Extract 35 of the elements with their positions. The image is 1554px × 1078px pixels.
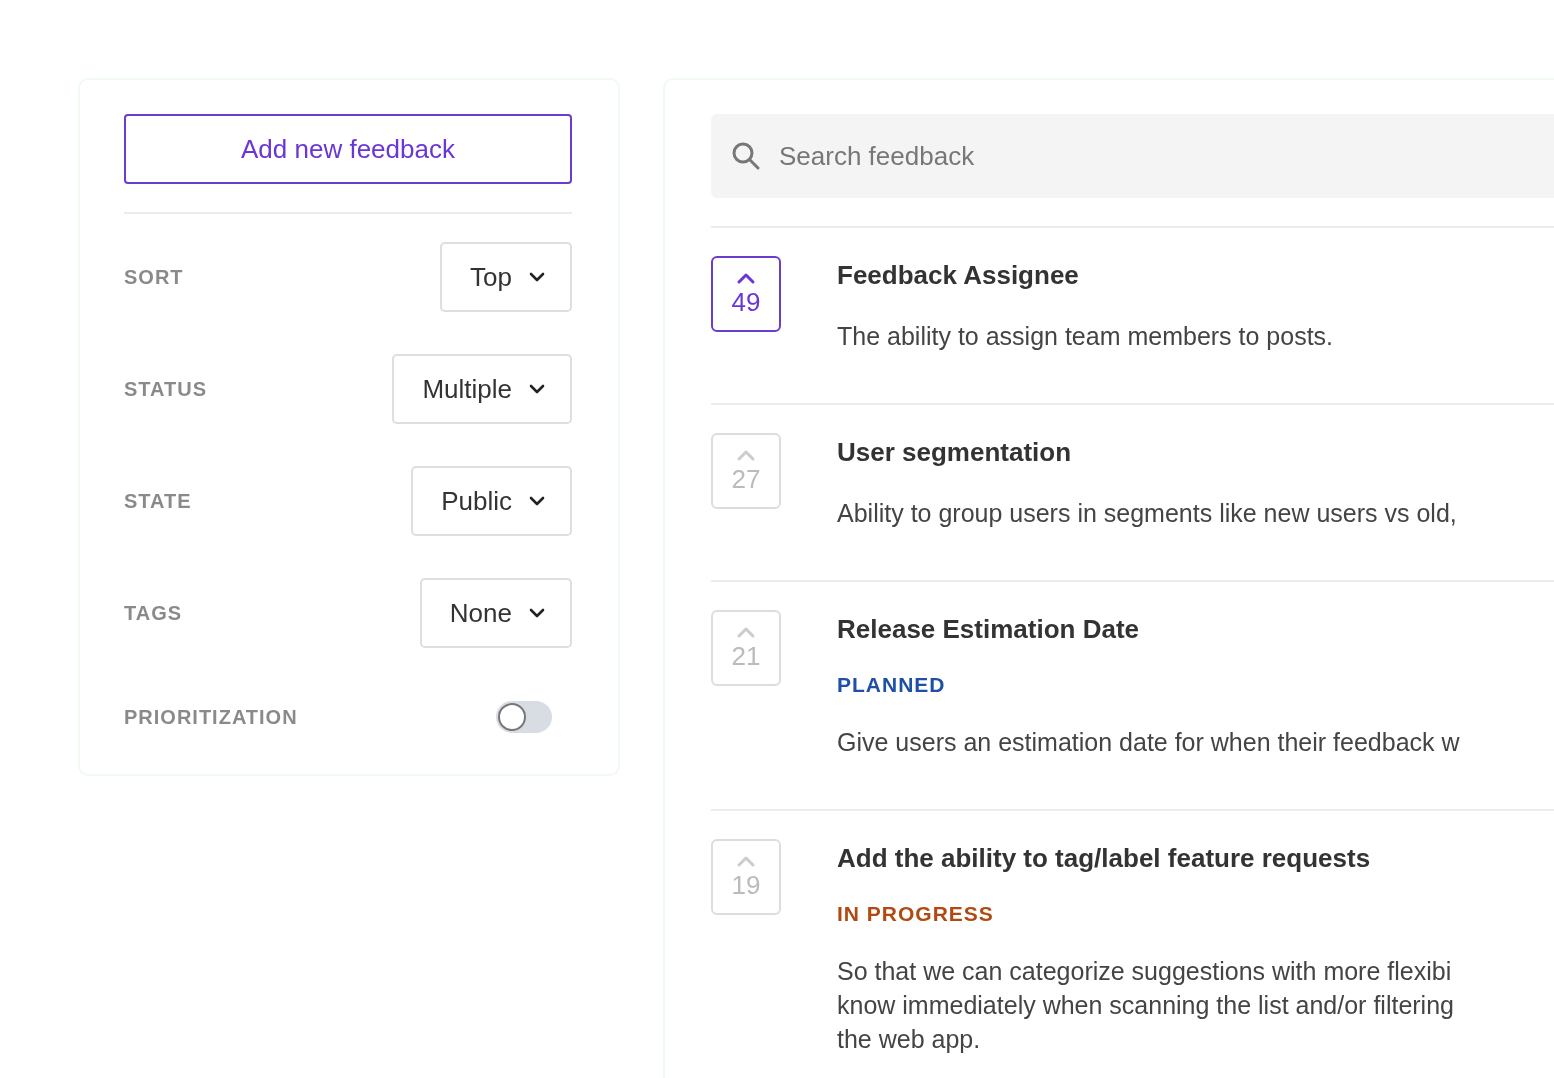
dropdown-value: Top (470, 261, 512, 293)
vote-count: 49 (731, 286, 761, 318)
chevron-down-icon (528, 607, 546, 619)
add-feedback-button[interactable]: Add new feedback (124, 114, 572, 184)
filter-label: STATE (124, 489, 192, 513)
post-description: So that we can categorize suggestions with more flexibi know immediately when scanning the list and/or filtering the web app. (837, 956, 1454, 1055)
upvote-button[interactable]: 49 (711, 256, 781, 332)
search-field[interactable]: Search feedback (711, 114, 1554, 198)
post-title[interactable]: Feedback Assignee (837, 260, 1334, 291)
filter-label: SORT (124, 265, 184, 289)
dropdown-value: None (449, 597, 512, 629)
chevron-down-icon (528, 495, 546, 507)
vote-count: 21 (731, 640, 761, 672)
dropdown-value: Multiple (422, 373, 512, 405)
post-description: The ability to assign team members to posts. (837, 321, 1334, 352)
dropdown-value: Public (441, 485, 512, 517)
vote-count: 27 (731, 463, 761, 495)
filter-label: PRIORITIZATION (124, 705, 298, 729)
filter-dropdown[interactable]: Top (440, 242, 572, 312)
post-description: Give users an estimation date for when their feedback w (837, 727, 1460, 758)
filter-dropdown[interactable]: Multiple (392, 354, 572, 424)
chevron-down-icon (528, 383, 546, 395)
toggle-switch[interactable] (496, 701, 552, 733)
filter-dropdown[interactable]: None (419, 578, 572, 648)
post-title[interactable]: User segmentation (837, 437, 1457, 468)
status-label: PLANNED (837, 673, 947, 697)
vote-count: 19 (731, 869, 761, 901)
post-title[interactable]: Add the ability to tag/label feature requests (837, 843, 1454, 874)
filter-label: STATUS (124, 377, 208, 401)
filter-dropdown[interactable]: Public (411, 466, 572, 536)
status-label: IN PROGRESS (837, 902, 995, 926)
chevron-down-icon (528, 271, 546, 283)
filter-label: TAGS (124, 601, 183, 625)
post-title[interactable]: Release Estimation Date (837, 614, 1460, 645)
post-description: Ability to group users in segments like new users vs old, (837, 498, 1457, 529)
